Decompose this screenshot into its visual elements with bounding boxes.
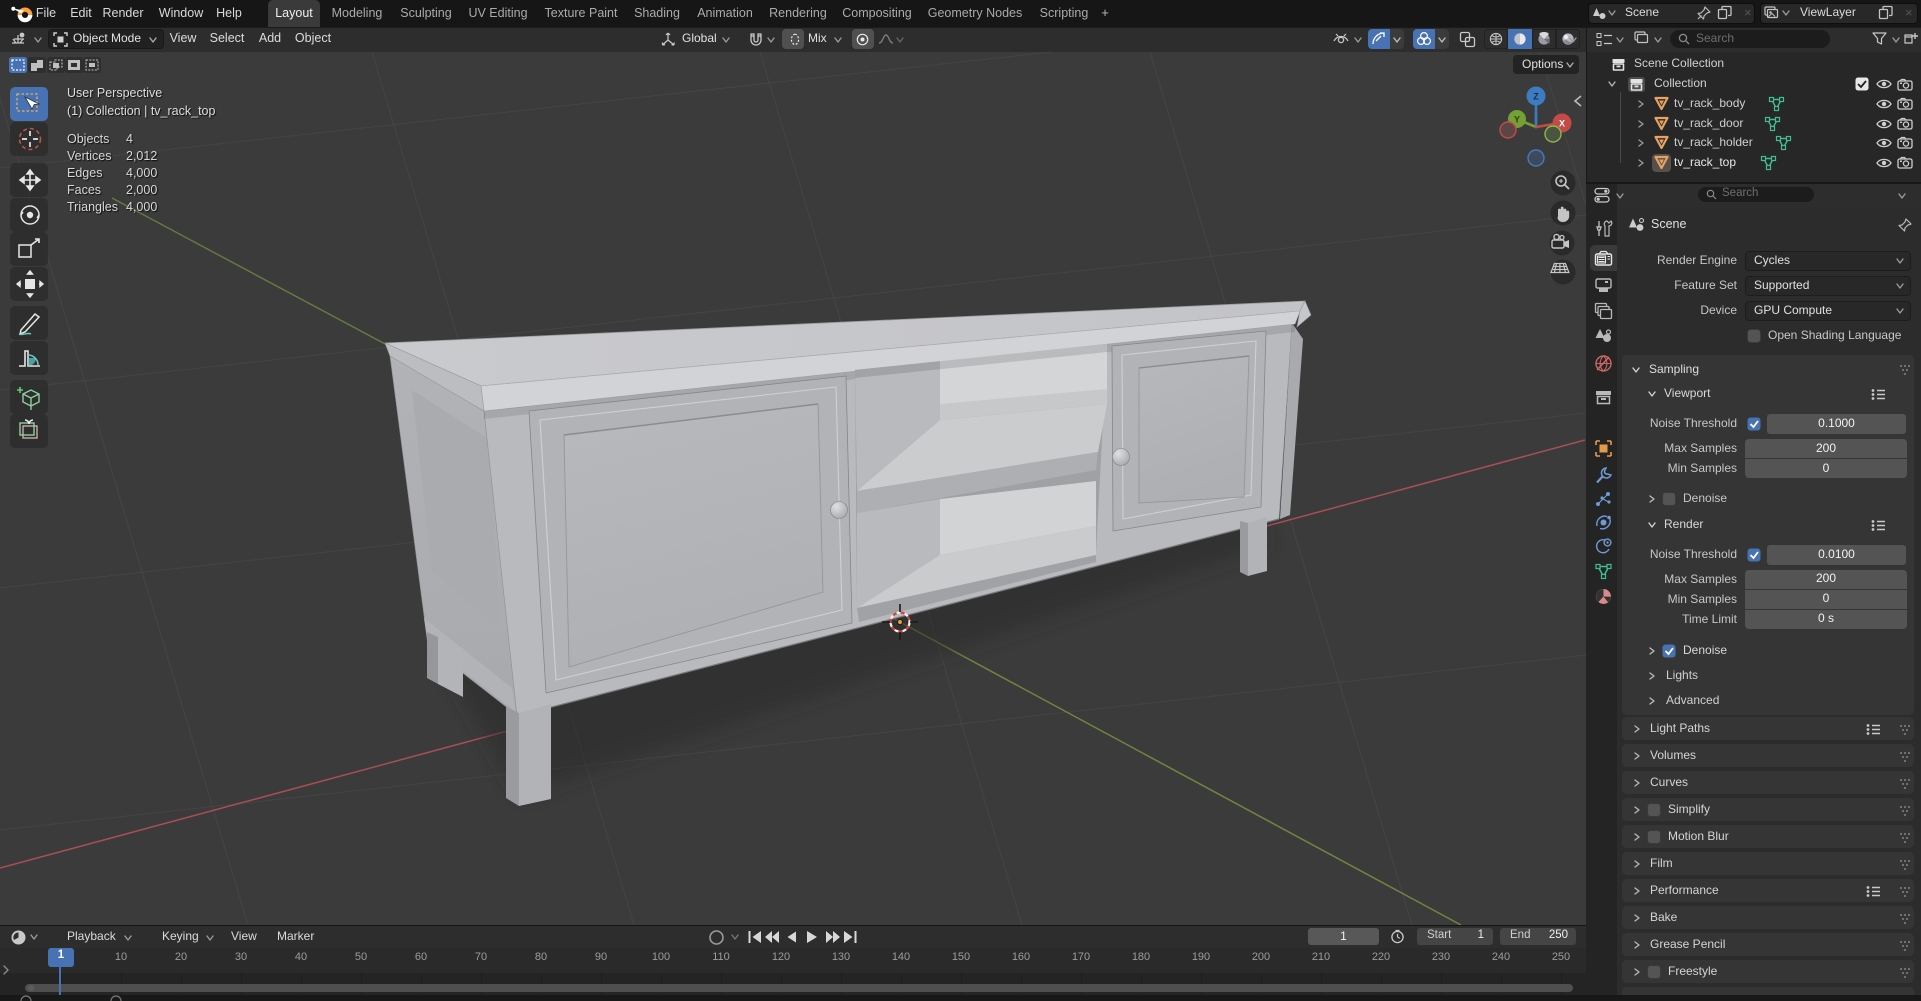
svg-text:Z: Z	[1533, 92, 1539, 102]
svg-text:Y: Y	[1514, 115, 1520, 125]
svg-text:X: X	[1559, 119, 1565, 129]
